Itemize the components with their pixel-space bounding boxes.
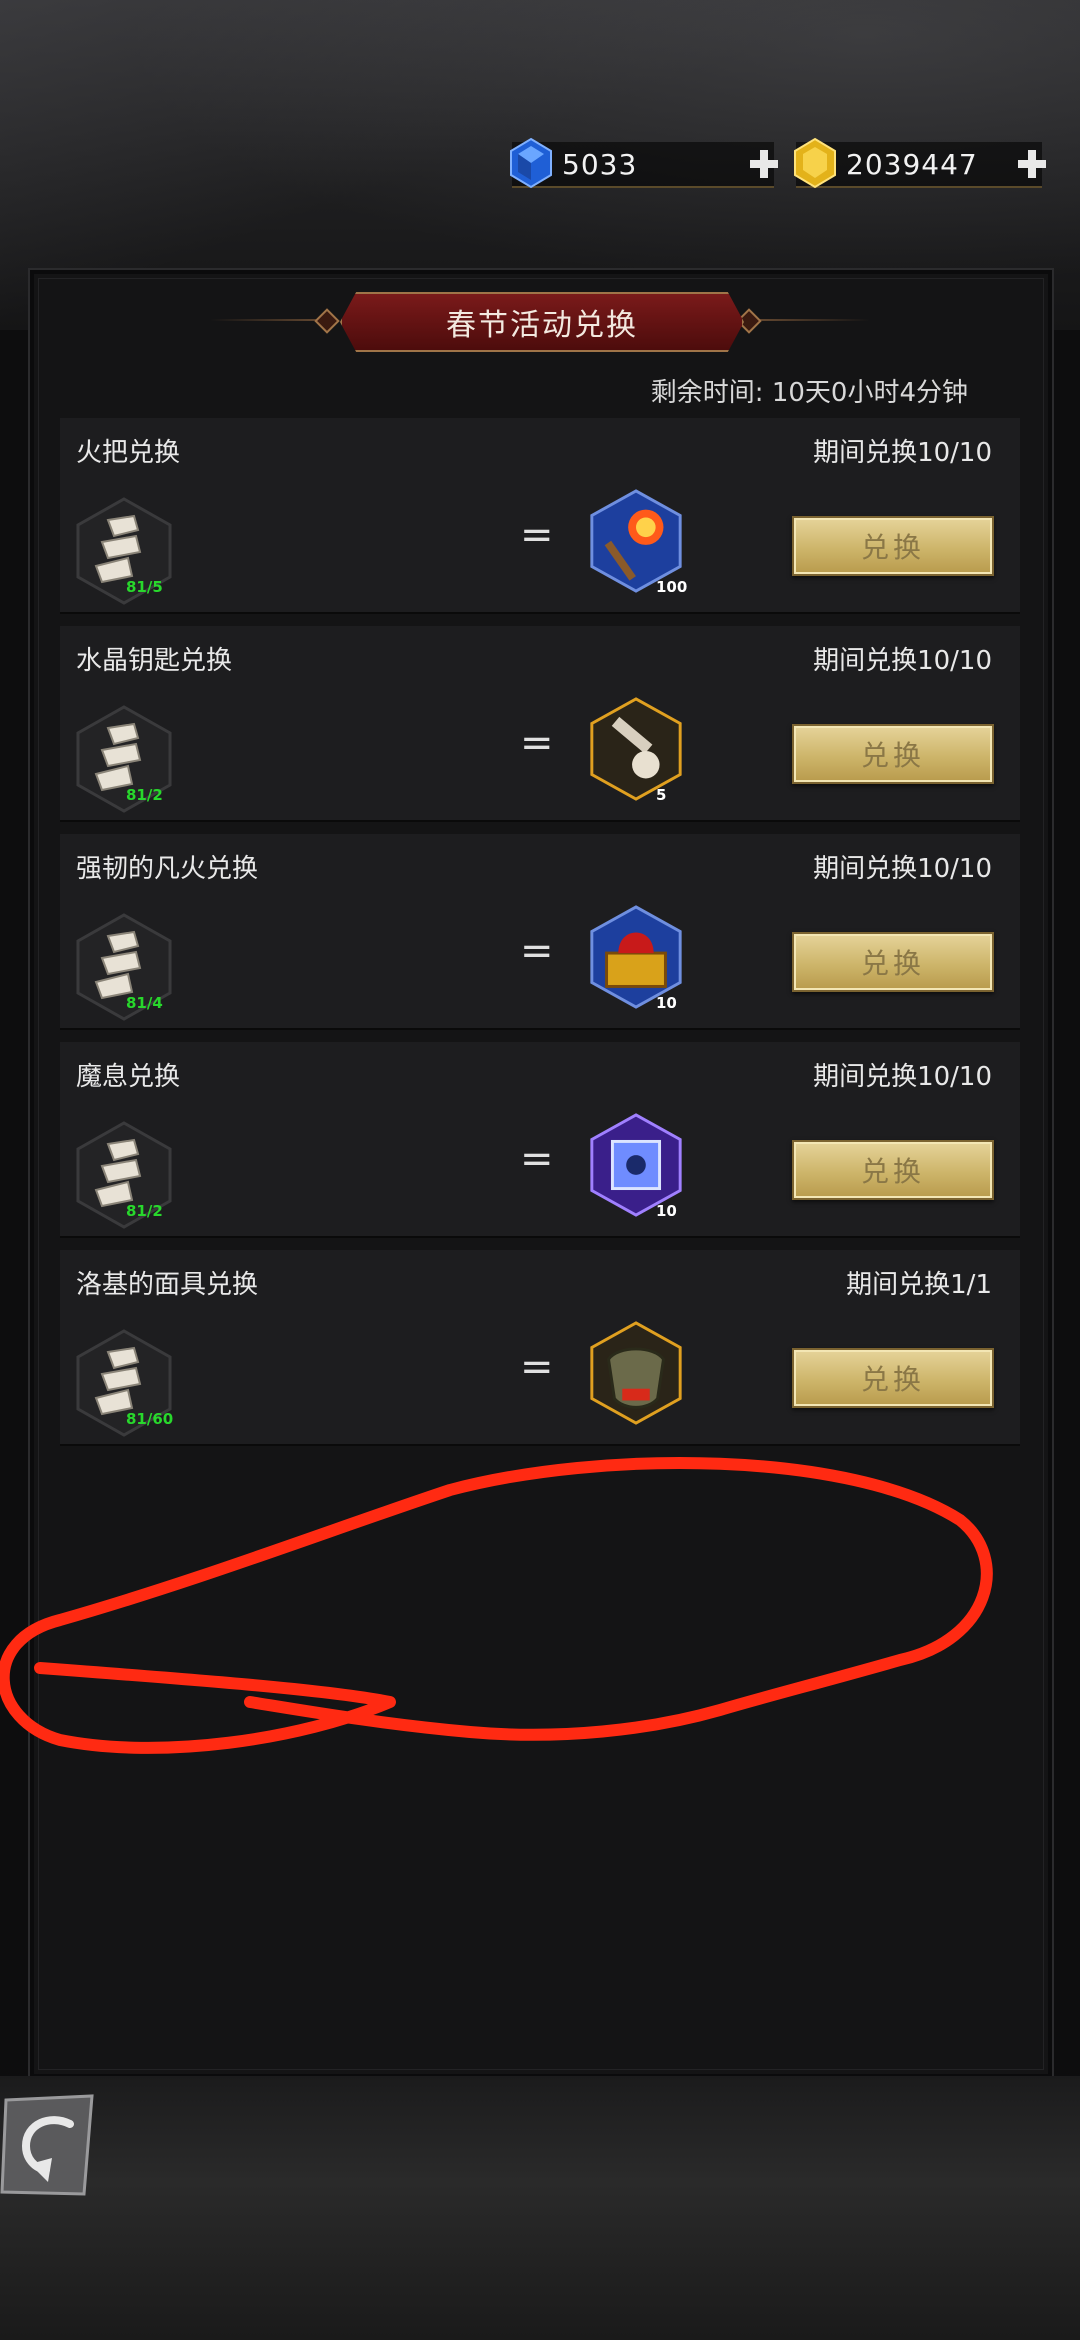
reward-count: 10 [656,1202,677,1220]
equals-sign: = [520,512,554,558]
exchange-button[interactable]: 兑换 [792,1140,994,1200]
equals-sign: = [520,1344,554,1390]
exchange-name: 魔息兑换 [76,1062,181,1092]
exchange-name: 火把兑换 [76,438,181,468]
exchange-name: 水晶钥匙兑换 [76,646,233,676]
reward-count: 100 [656,578,688,596]
exchange-button[interactable]: 兑换 [792,724,994,784]
crystal-key-icon[interactable] [588,696,684,802]
exchange-card: 水晶钥匙兑换 期间兑换10/10 81/2 = 5 兑换 [60,626,1020,822]
bottom-bar [0,2076,1080,2340]
material-count: 81/60 [126,1410,174,1428]
exchange-card: 洛基的面具兑换 期间兑换1/1 81/60 = 兑换 [60,1250,1020,1446]
remaining-time: 剩余时间: 10天0小时4分钟 [650,378,968,408]
exchange-button[interactable]: 兑换 [792,1348,994,1408]
exchange-limit: 期间兑换10/10 [813,646,992,676]
add-gold-button[interactable] [1014,146,1050,182]
equals-sign: = [520,928,554,974]
exchange-button[interactable]: 兑换 [792,516,994,576]
exchange-button[interactable]: 兑换 [792,932,994,992]
loki-mask-icon[interactable] [588,1320,684,1426]
equals-sign: = [520,1136,554,1182]
exchange-limit: 期间兑换10/10 [813,854,992,884]
reward-count: 10 [656,994,677,1012]
exchange-limit: 期间兑换1/1 [846,1270,992,1300]
red-annotation-scribble [0,1457,993,1754]
reward-count: 5 [656,786,667,804]
exchange-limit: 期间兑换10/10 [813,438,992,468]
gem-currency: 5033 [510,137,778,190]
exchange-card: 火把兑换 期间兑换10/10 81/5 = 100 兑换 [60,418,1020,614]
exchange-button-label: 兑换 [860,1363,925,1396]
title-plate: 春节活动兑换 [340,292,744,352]
material-count: 81/2 [126,1202,163,1220]
gold-currency: 2039447 [794,137,1046,190]
gold-coin-icon [794,137,836,189]
exchange-limit: 期间兑换10/10 [813,1062,992,1092]
exchange-card: 强韧的凡火兑换 期间兑换10/10 81/4 = 10 兑换 [60,834,1020,1030]
exchange-name: 强韧的凡火兑换 [76,854,259,884]
material-count: 81/5 [126,578,163,596]
panel-header: 春节活动兑换 [0,292,1080,352]
material-count: 81/4 [126,994,163,1012]
exchange-button-label: 兑换 [860,739,925,772]
title-ornament-left [314,308,340,334]
back-button[interactable] [0,2094,98,2198]
blue-gem-icon [510,137,552,189]
exchange-button-label: 兑换 [860,1155,925,1188]
page-title: 春节活动兑换 [446,308,638,343]
add-gems-button[interactable] [746,146,782,182]
material-count: 81/2 [126,786,163,804]
exchange-button-label: 兑换 [860,531,925,564]
exchange-card: 魔息兑换 期间兑换10/10 81/2 = 10 兑换 [60,1042,1020,1238]
exchange-button-label: 兑换 [860,947,925,980]
exchange-name: 洛基的面具兑换 [76,1270,259,1300]
equals-sign: = [520,720,554,766]
